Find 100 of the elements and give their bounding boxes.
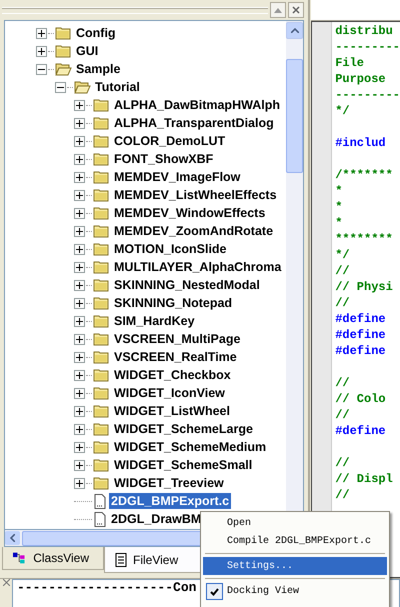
expand-toggle[interactable] bbox=[74, 100, 85, 110]
tree-item[interactable]: SIM_HardKey bbox=[112, 313, 197, 329]
expand-toggle[interactable] bbox=[74, 244, 85, 254]
maximize-button[interactable] bbox=[270, 2, 286, 18]
expand-toggle[interactable] bbox=[74, 478, 85, 488]
collapse-toggle[interactable] bbox=[36, 64, 47, 74]
plus-icon bbox=[76, 138, 83, 144]
menu-item[interactable]: Open bbox=[203, 514, 387, 532]
expand-toggle[interactable] bbox=[74, 226, 85, 236]
expand-toggle[interactable] bbox=[74, 208, 85, 218]
plus-icon bbox=[76, 426, 83, 432]
tree-item[interactable]: MULTILAYER_AlphaChroma bbox=[112, 259, 284, 275]
code-directive: #define bbox=[335, 343, 387, 359]
tree-item[interactable]: WIDGET_Treeview bbox=[112, 475, 226, 491]
code-comment: // Colo bbox=[335, 391, 387, 407]
expand-toggle[interactable] bbox=[74, 154, 85, 164]
expand-toggle[interactable] bbox=[74, 460, 85, 470]
tree-item[interactable]: 2DGL_BMPExport.c bbox=[109, 493, 232, 509]
tree-item[interactable]: Config bbox=[74, 25, 118, 41]
tree-item[interactable]: WIDGET_SchemeSmall bbox=[112, 457, 254, 473]
expand-toggle[interactable] bbox=[36, 28, 47, 38]
code-comment: // bbox=[335, 487, 351, 503]
code-comment: * bbox=[335, 215, 344, 231]
plus-icon bbox=[76, 372, 83, 378]
menu-item[interactable]: Settings... bbox=[203, 557, 387, 575]
folder-icon bbox=[93, 350, 110, 364]
plus-icon bbox=[76, 192, 83, 198]
folder-icon bbox=[55, 26, 72, 40]
close-icon[interactable] bbox=[2, 579, 10, 586]
code-directive: #includ bbox=[335, 135, 387, 151]
tree-item[interactable]: MEMDEV_ZoomAndRotate bbox=[112, 223, 276, 239]
folder-icon bbox=[93, 404, 110, 418]
expand-toggle[interactable] bbox=[74, 388, 85, 398]
folder-icon bbox=[93, 332, 110, 346]
tree-item[interactable]: SKINNING_Notepad bbox=[112, 295, 234, 311]
menu-item[interactable]: Docking View bbox=[203, 582, 387, 600]
menu-item[interactable]: Compile 2DGL_BMPExport.c bbox=[203, 532, 387, 550]
expand-toggle[interactable] bbox=[74, 442, 85, 452]
tree-item[interactable]: VSCREEN_RealTime bbox=[112, 349, 239, 365]
expand-toggle[interactable] bbox=[74, 316, 85, 326]
code-directive: #define bbox=[335, 327, 387, 343]
open-folder-icon bbox=[74, 80, 91, 94]
expand-toggle[interactable] bbox=[74, 298, 85, 308]
scrollbar-thumb[interactable] bbox=[286, 59, 304, 173]
tree-item[interactable]: ALPHA_TransparentDialog bbox=[112, 115, 276, 131]
code-comment: /******* bbox=[335, 167, 394, 183]
tree-item[interactable]: GUI bbox=[74, 43, 100, 59]
folder-icon bbox=[93, 116, 110, 130]
folder-icon bbox=[93, 314, 110, 328]
close-button[interactable] bbox=[288, 2, 304, 18]
expand-toggle[interactable] bbox=[74, 118, 85, 128]
expand-toggle[interactable] bbox=[74, 334, 85, 344]
tree-item[interactable]: SKINNING_NestedModal bbox=[112, 277, 262, 293]
tree-item[interactable]: VSCREEN_MultiPage bbox=[112, 331, 242, 347]
tree-item[interactable]: MEMDEV_ImageFlow bbox=[112, 169, 242, 185]
tree-item[interactable]: COLOR_DemoLUT bbox=[112, 133, 228, 149]
tree-item[interactable]: Tutorial bbox=[93, 79, 142, 95]
expand-toggle[interactable] bbox=[36, 46, 47, 56]
collapse-toggle[interactable] bbox=[55, 82, 66, 92]
expand-toggle[interactable] bbox=[74, 136, 85, 146]
expand-toggle[interactable] bbox=[74, 424, 85, 434]
expand-toggle[interactable] bbox=[74, 406, 85, 416]
tree-item[interactable]: FONT_ShowXBF bbox=[112, 151, 216, 167]
tree-item[interactable]: 2DGL_DrawBM bbox=[109, 511, 204, 527]
plus-icon bbox=[38, 30, 45, 36]
plus-icon bbox=[76, 318, 83, 324]
code-comment: File bbox=[335, 55, 365, 71]
expand-toggle[interactable] bbox=[74, 190, 85, 200]
tree-item[interactable]: MEMDEV_WindowEffects bbox=[112, 205, 268, 221]
folder-icon bbox=[55, 44, 72, 58]
tree-item[interactable]: MOTION_IconSlide bbox=[112, 241, 229, 257]
folder-icon bbox=[93, 260, 110, 274]
tree-item[interactable]: WIDGET_SchemeLarge bbox=[112, 421, 255, 437]
expand-toggle[interactable] bbox=[74, 370, 85, 380]
tab[interactable]: ClassView bbox=[2, 547, 104, 570]
plus-icon bbox=[76, 210, 83, 216]
code-comment: Purpose bbox=[335, 71, 387, 87]
expand-toggle[interactable] bbox=[74, 280, 85, 290]
tree-item[interactable]: WIDGET_SchemeMedium bbox=[112, 439, 268, 455]
code-comment: // bbox=[335, 295, 351, 311]
code-comment: // Displ bbox=[335, 471, 394, 487]
code-comment: * bbox=[335, 199, 344, 215]
expand-toggle[interactable] bbox=[74, 262, 85, 272]
tree-item[interactable]: MEMDEV_ListWheelEffects bbox=[112, 187, 279, 203]
tree-item[interactable]: WIDGET_IconView bbox=[112, 385, 227, 401]
folder-icon bbox=[93, 134, 110, 148]
folder-icon bbox=[93, 242, 110, 256]
plus-icon bbox=[76, 462, 83, 468]
expand-toggle[interactable] bbox=[74, 172, 85, 182]
expand-toggle[interactable] bbox=[74, 352, 85, 362]
folder-icon bbox=[93, 440, 110, 454]
tree-item[interactable]: ALPHA_DawBitmapHWAlph bbox=[112, 97, 282, 113]
code-directive: #define bbox=[335, 311, 387, 327]
folder-icon bbox=[93, 476, 110, 490]
tree-item[interactable]: Sample bbox=[74, 61, 122, 77]
tree-item[interactable]: WIDGET_Checkbox bbox=[112, 367, 233, 383]
file-icon bbox=[93, 512, 107, 526]
folder-icon bbox=[93, 224, 110, 238]
code-comment: // bbox=[335, 375, 351, 391]
tree-item[interactable]: WIDGET_ListWheel bbox=[112, 403, 232, 419]
